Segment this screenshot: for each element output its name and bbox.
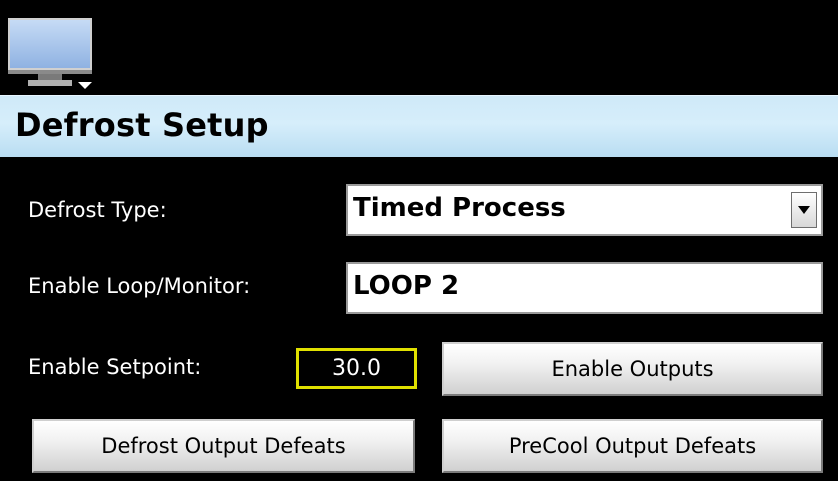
enable-loop-field[interactable]: LOOP 2 xyxy=(346,262,823,314)
title-bar: Defrost Setup xyxy=(0,95,838,157)
enable-setpoint-field[interactable]: 30.0 xyxy=(296,348,417,389)
defrost-type-value: Timed Process xyxy=(353,193,566,223)
enable-loop-label: Enable Loop/Monitor: xyxy=(28,274,251,298)
defrost-type-dropdown[interactable]: Timed Process xyxy=(346,184,823,236)
precool-output-defeats-button[interactable]: PreCool Output Defeats xyxy=(442,419,823,473)
monitor-icon[interactable] xyxy=(6,16,98,90)
chevron-down-icon[interactable] xyxy=(791,192,817,228)
enable-setpoint-label: Enable Setpoint: xyxy=(28,355,202,379)
enable-loop-value: LOOP 2 xyxy=(353,271,460,301)
page-title: Defrost Setup xyxy=(15,106,269,144)
defrost-output-defeats-button[interactable]: Defrost Output Defeats xyxy=(32,419,415,473)
defrost-type-label: Defrost Type: xyxy=(28,198,167,222)
top-bar xyxy=(0,0,838,94)
enable-outputs-button[interactable]: Enable Outputs xyxy=(442,342,823,396)
